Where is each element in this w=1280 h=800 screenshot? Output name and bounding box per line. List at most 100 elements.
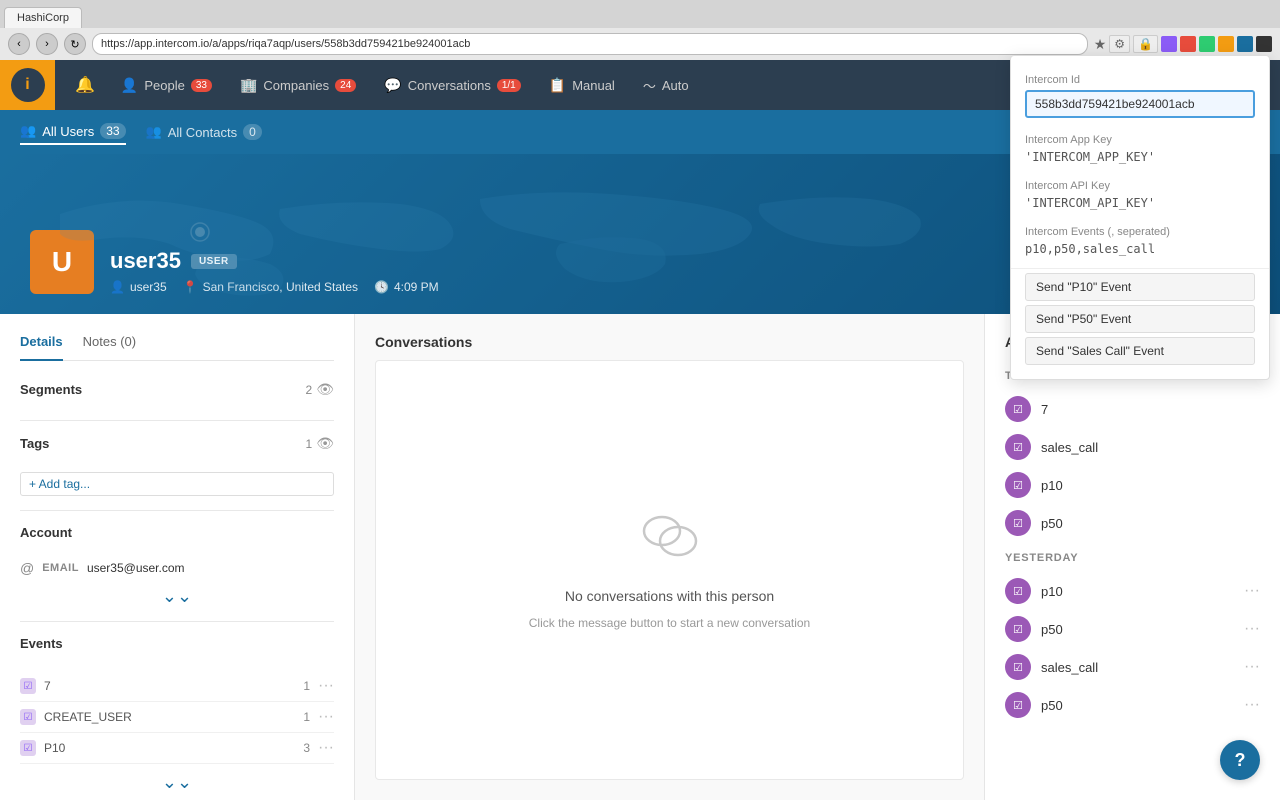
activity-item-p50-yesterday2: ☑ p50 ···: [1005, 686, 1260, 724]
at-icon: @: [20, 560, 34, 576]
reload-button[interactable]: ↻: [64, 33, 86, 55]
url-input[interactable]: [92, 33, 1088, 55]
segments-title: Segments: [20, 382, 82, 397]
activity-item-sales-call-yesterday: ☑ sales_call ···: [1005, 648, 1260, 686]
browser-chrome: HashiCorp ‹ › ↻ ★ ⚙ 🔒 Apps Google Ha: [0, 0, 1280, 60]
content-area: Details Notes (0) Segments 2 👁 Tags 1 👁 …: [0, 314, 1280, 800]
browser-tab[interactable]: HashiCorp: [4, 7, 82, 28]
activity-dot-p10-today: ☑: [1005, 472, 1031, 498]
event-menu-7[interactable]: ···: [318, 677, 334, 695]
app-key-section: Intercom App Key 'INTERCOM_APP_KEY': [1011, 126, 1269, 172]
event-row-7: ☑ 7 1 ···: [20, 671, 334, 702]
event-menu-create-user[interactable]: ···: [318, 708, 334, 726]
event-count-create-user: 1: [303, 710, 310, 724]
activity-more-p10[interactable]: ···: [1244, 582, 1260, 600]
send-p50-button[interactable]: Send "P50" Event: [1025, 305, 1255, 333]
tab-notes[interactable]: Notes (0): [83, 334, 136, 361]
conversations-badge: 1/1: [497, 79, 521, 92]
nav-companies[interactable]: 🏢 Companies 24: [228, 71, 368, 100]
yesterday-label: YESTERDAY: [1005, 552, 1260, 564]
nav-people[interactable]: 👤 People 33: [109, 71, 224, 100]
tab-all-contacts[interactable]: 👥 All Contacts 0: [146, 120, 262, 144]
nav-manual[interactable]: 📋 Manual: [537, 71, 627, 100]
activity-more-sales-call[interactable]: ···: [1244, 658, 1260, 676]
activity-label-p50-today: p50: [1041, 516, 1260, 531]
activity-item-7: ☑ 7: [1005, 390, 1260, 428]
activity-label-p10-today: p10: [1041, 478, 1260, 493]
account-title: Account: [20, 525, 72, 540]
activity-dot-p50-yesterday: ☑: [1005, 616, 1031, 642]
api-key-section: Intercom API Key 'INTERCOM_API_KEY': [1011, 172, 1269, 218]
companies-icon: 🏢: [240, 77, 257, 94]
intercom-id-section: Intercom Id: [1011, 66, 1269, 126]
tab-all-users[interactable]: 👥 All Users 33: [20, 119, 126, 145]
activity-dot-7: ☑: [1005, 396, 1031, 422]
segments-section: Segments 2 👁: [20, 381, 334, 406]
segments-eye-icon[interactable]: 👁: [316, 381, 334, 398]
segments-count: 2 👁: [306, 381, 334, 398]
activity-panel: Activity TODAY ☑ 7 ☑ sales_call ☑ p10 ☑ …: [985, 314, 1280, 800]
browser-tabs: HashiCorp: [0, 0, 1280, 28]
logo-area[interactable]: i: [0, 60, 55, 110]
activity-dot-p50-today: ☑: [1005, 510, 1031, 536]
segments-divider: [20, 420, 334, 421]
nav-auto-label: Auto: [662, 78, 689, 93]
nav-conversations[interactable]: 💬 Conversations 1/1: [372, 71, 532, 100]
tags-eye-icon[interactable]: 👁: [316, 435, 334, 452]
account-section: Account: [20, 525, 334, 548]
activity-item-p50-today: ☑ p50: [1005, 504, 1260, 542]
tags-divider: [20, 510, 334, 511]
activity-dot-p10-yesterday: ☑: [1005, 578, 1031, 604]
panel-tabs: Details Notes (0): [20, 334, 334, 361]
send-p10-button[interactable]: Send "P10" Event: [1025, 273, 1255, 301]
nav-companies-label: Companies: [263, 78, 329, 93]
companies-badge: 24: [335, 79, 356, 92]
tab-details[interactable]: Details: [20, 334, 63, 361]
app-key-value: 'INTERCOM_APP_KEY': [1025, 150, 1255, 164]
event-icon-7: ☑: [20, 678, 36, 694]
event-row-p10: ☑ P10 3 ···: [20, 733, 334, 764]
event-name-create-user: CREATE_USER: [44, 710, 303, 724]
activity-more-p50-2[interactable]: ···: [1244, 696, 1260, 714]
all-contacts-label: All Contacts: [168, 125, 237, 140]
tags-title: Tags: [20, 436, 49, 451]
conversations-title: Conversations: [355, 314, 984, 360]
activity-label-p10-yesterday: p10: [1041, 584, 1234, 599]
activity-item-p50-yesterday: ☑ p50 ···: [1005, 610, 1260, 648]
nav-auto[interactable]: 〜 Auto: [631, 70, 701, 101]
all-contacts-count: 0: [243, 124, 262, 140]
activity-label-sales-call: sales_call: [1041, 440, 1260, 455]
activity-more-p50[interactable]: ···: [1244, 620, 1260, 638]
api-key-label: Intercom API Key: [1025, 180, 1255, 192]
add-tag-button[interactable]: + Add tag...: [20, 472, 334, 496]
email-value: user35@user.com: [87, 561, 185, 575]
conversations-empty: No conversations with this person Click …: [375, 360, 964, 780]
activity-label-p50-yesterday: p50: [1041, 622, 1234, 637]
activity-item-sales-call: ☑ sales_call: [1005, 428, 1260, 466]
people-icon: 👤: [121, 77, 138, 94]
activity-item-p10-today: ☑ p10: [1005, 466, 1260, 504]
expand-events-button[interactable]: ⌄⌄: [20, 772, 334, 793]
empty-conversations-title: No conversations with this person: [565, 588, 774, 604]
expand-account-button[interactable]: ⌄⌄: [20, 586, 334, 607]
activity-label-7: 7: [1041, 402, 1260, 417]
help-button[interactable]: ?: [1220, 740, 1260, 780]
extensions-area: ★ ⚙ 🔒: [1094, 35, 1272, 53]
event-row-create-user: ☑ CREATE_USER 1 ···: [20, 702, 334, 733]
intercom-id-input[interactable]: [1025, 90, 1255, 118]
auto-tilde-icon: 〜: [643, 76, 656, 95]
events-title: Events: [20, 636, 63, 651]
intercom-dropdown: Intercom Id Intercom App Key 'INTERCOM_A…: [1010, 55, 1270, 380]
event-icon-p10: ☑: [20, 740, 36, 756]
activity-label-p50-yesterday2: p50: [1041, 698, 1234, 713]
events-config-section: Intercom Events (, seperated) p10,p50,sa…: [1011, 218, 1269, 264]
forward-button[interactable]: ›: [36, 33, 58, 55]
event-count-7: 1: [303, 679, 310, 693]
app-key-label: Intercom App Key: [1025, 134, 1255, 146]
send-sales-call-button[interactable]: Send "Sales Call" Event: [1025, 337, 1255, 365]
left-panel: Details Notes (0) Segments 2 👁 Tags 1 👁 …: [0, 314, 355, 800]
event-menu-p10[interactable]: ···: [318, 739, 334, 757]
notification-bell[interactable]: 🔔: [65, 75, 105, 95]
back-button[interactable]: ‹: [8, 33, 30, 55]
users-icon: 👥: [20, 123, 36, 139]
